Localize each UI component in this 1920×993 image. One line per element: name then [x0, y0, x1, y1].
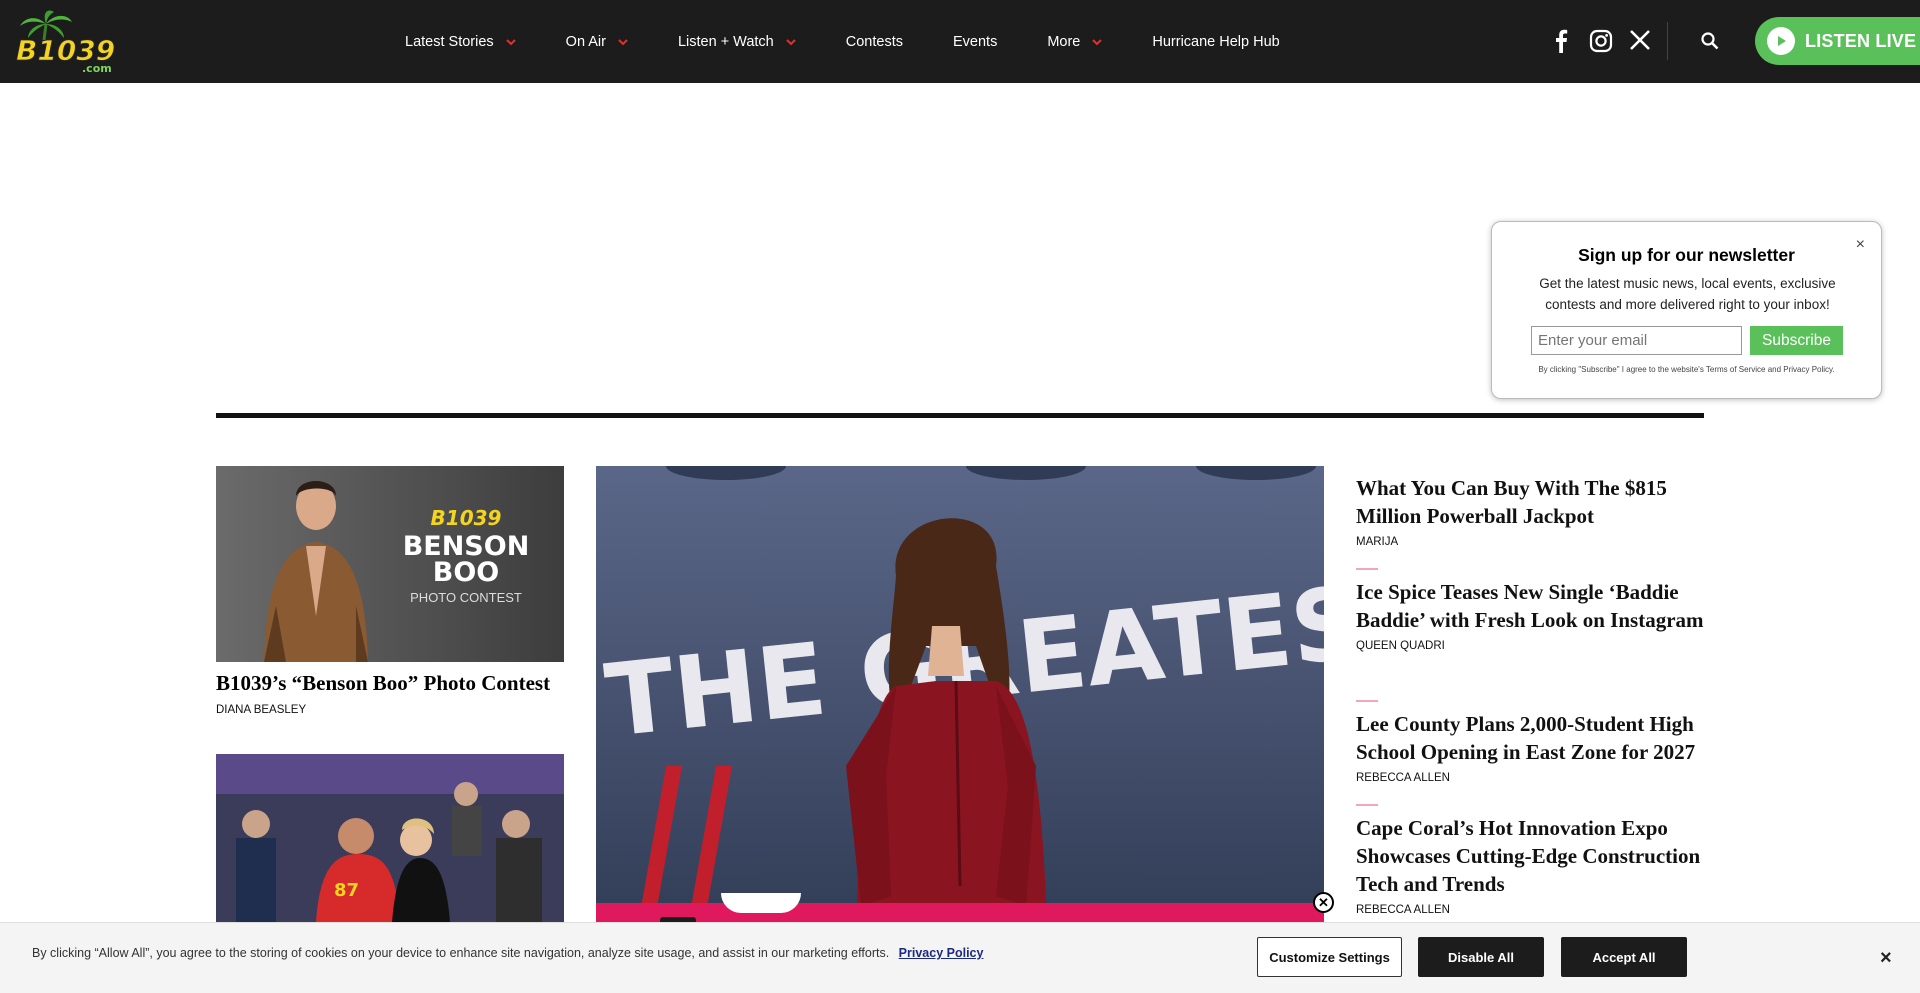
nav-label: Listen + Watch	[677, 33, 774, 50]
story-author[interactable]: QUEEN QUADRI	[1356, 640, 1706, 652]
privacy-policy-link[interactable]: Privacy Policy	[899, 946, 984, 960]
chevron-down-icon	[505, 38, 516, 45]
site-logo[interactable]: B1039 .com	[14, 10, 126, 74]
svg-text:87: 87	[334, 880, 359, 901]
video-thumbnail	[721, 893, 801, 913]
story-item[interactable]: What You Can Buy With The $815 Million P…	[1356, 474, 1706, 548]
newsletter-legal: By clicking "Subscribe" I agree to the w…	[1538, 365, 1835, 374]
nav-events[interactable]: Events	[953, 34, 997, 50]
play-icon	[1767, 27, 1795, 55]
nav-latest-stories[interactable]: Latest Stories	[405, 34, 516, 50]
chevron-down-icon	[1092, 38, 1103, 45]
story-author[interactable]: REBECCA ALLEN	[1356, 904, 1706, 916]
nav-label: Events	[952, 33, 998, 50]
cookie-banner: By clicking “Allow All”, you agree to th…	[0, 922, 1920, 993]
story-separator	[1356, 804, 1378, 806]
story-title[interactable]: Ice Spice Teases New Single ‘Baddie Badd…	[1356, 578, 1706, 634]
card-title[interactable]: B1039’s “Benson Boo” Photo Contest	[216, 670, 576, 697]
card-author[interactable]: DIANA BEASLEY	[216, 704, 306, 716]
cookie-message-row: By clicking “Allow All”, you agree to th…	[32, 946, 983, 960]
benson-boo-image[interactable]: B1039 BENSON BOO PHOTO CONTEST	[216, 466, 564, 662]
chevron-down-icon	[618, 38, 628, 45]
cookie-message: By clicking “Allow All”, you agree to th…	[32, 946, 890, 960]
story-author[interactable]: REBECCA ALLEN	[1356, 772, 1706, 784]
nav-more[interactable]: More	[1047, 33, 1103, 50]
site-header: B1039 .com Latest Stories On Air Listen …	[0, 0, 1920, 83]
story-item[interactable]: Ice Spice Teases New Single ‘Baddie Badd…	[1356, 578, 1706, 652]
nav-on-air[interactable]: On Air	[566, 34, 628, 50]
story-item[interactable]: Lee County Plans 2,000-Student High Scho…	[1356, 710, 1706, 784]
story-item[interactable]: Cape Coral’s Hot Innovation Expo Showcas…	[1356, 814, 1706, 916]
nav-label: Contests	[845, 33, 903, 50]
overlay-brand: B1039	[430, 506, 502, 530]
nav-listen-watch[interactable]: Listen + Watch	[678, 34, 796, 50]
main-nav: Latest Stories On Air Listen + Watch Con…	[405, 0, 1330, 83]
story-title[interactable]: What You Can Buy With The $815 Million P…	[1356, 474, 1706, 530]
overlay-subtitle: PHOTO CONTEST	[410, 590, 522, 605]
close-icon[interactable]: ✕	[1313, 892, 1334, 913]
newsletter-popup: × Sign up for our newsletter Get the lat…	[1491, 221, 1882, 399]
nav-hurricane-help-hub[interactable]: Hurricane Help Hub	[1152, 34, 1279, 50]
story-author[interactable]: MARIJA	[1356, 536, 1706, 548]
nav-label: On Air	[565, 33, 606, 50]
customize-settings-button[interactable]: Customize Settings	[1257, 937, 1402, 977]
section-divider	[216, 413, 1704, 418]
story-title[interactable]: Cape Coral’s Hot Innovation Expo Showcas…	[1356, 814, 1706, 898]
subscribe-button[interactable]: Subscribe	[1750, 326, 1843, 355]
benson-boo-overlay: B1039 BENSON BOO PHOTO CONTEST	[376, 506, 556, 605]
story-separator	[1356, 700, 1378, 702]
nav-label: More	[1047, 33, 1081, 50]
listen-live-button[interactable]: LISTEN LIVE	[1755, 17, 1920, 65]
logo-sub: .com	[82, 62, 112, 74]
nav-contests[interactable]: Contests	[846, 34, 903, 50]
chevron-down-icon	[786, 38, 796, 45]
listen-live-label: LISTEN LIVE	[1805, 30, 1917, 51]
email-field[interactable]	[1531, 326, 1742, 355]
accept-all-button[interactable]: Accept All	[1561, 937, 1687, 977]
page: B1039 .com Latest Stories On Air Listen …	[0, 0, 1920, 993]
football-celebration-image[interactable]: 87	[216, 754, 564, 922]
story-separator	[1356, 568, 1378, 570]
close-icon[interactable]: ×	[1880, 947, 1892, 970]
disable-all-button[interactable]: Disable All	[1418, 937, 1544, 977]
x-icon[interactable]	[1629, 29, 1651, 51]
search-icon[interactable]	[1700, 31, 1720, 51]
nav-label: Hurricane Help Hub	[1152, 33, 1280, 50]
story-title[interactable]: Lee County Plans 2,000-Student High Scho…	[1356, 710, 1706, 766]
instagram-icon[interactable]	[1589, 29, 1613, 53]
facebook-icon[interactable]	[1551, 29, 1571, 53]
header-separator	[1667, 22, 1668, 60]
newsletter-description: Get the latest music news, local events,…	[1539, 276, 1836, 312]
nav-label: Latest Stories	[405, 33, 494, 50]
overlay-title-2: BOO	[432, 557, 500, 588]
newsletter-title: Sign up for our newsletter	[1578, 245, 1795, 265]
